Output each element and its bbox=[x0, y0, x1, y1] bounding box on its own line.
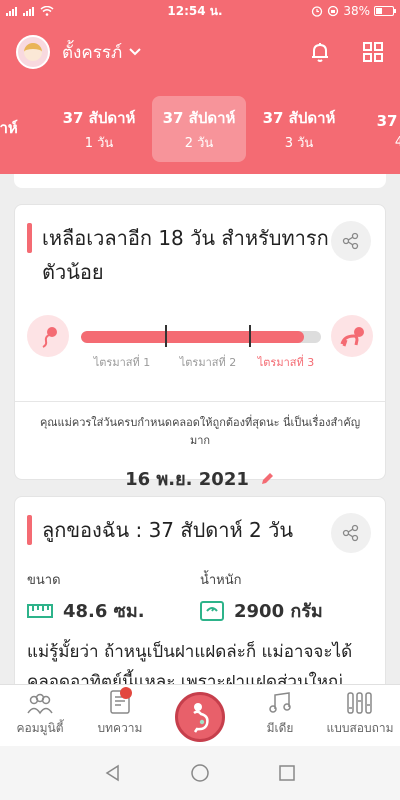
share-icon bbox=[342, 232, 359, 250]
chevron-down-icon bbox=[129, 48, 141, 56]
system-nav-bar bbox=[0, 746, 400, 800]
music-icon bbox=[269, 692, 291, 713]
baby-info-card: ลูกของฉัน : 37 สัปดาห์ 2 วัน ขนาด 48.6 ซ… bbox=[14, 496, 386, 684]
grid-menu-icon[interactable] bbox=[362, 41, 384, 63]
avatar[interactable] bbox=[16, 35, 50, 69]
ruler-icon bbox=[27, 603, 53, 618]
progress-track bbox=[81, 331, 321, 343]
weight-value: 2900 กรัม bbox=[234, 601, 323, 622]
size-stat: ขนาด 48.6 ซม. bbox=[27, 569, 200, 625]
recents-icon[interactable] bbox=[278, 764, 296, 782]
trimester-label-active: ไตรมาสที่ 3 bbox=[257, 356, 315, 369]
countdown-title: เหลือเวลาอีก 18 วัน สำหรับทารกตัวน้อย bbox=[42, 226, 329, 284]
battery-icon bbox=[374, 6, 396, 16]
nav-community[interactable]: คอมมูนิตี้ bbox=[0, 685, 80, 746]
weight-stat: น้ำหนัก 2900 กรัม bbox=[200, 569, 373, 625]
community-icon bbox=[27, 693, 53, 715]
signal-icon bbox=[6, 6, 17, 16]
profile-switcher[interactable]: ตั้งครรภ์ bbox=[62, 39, 142, 66]
baby-description: แม่รู้มั้ยว่า ถ้าหนูเป็นฝาแฝดล่ะก็ แม่อา… bbox=[27, 642, 353, 684]
week-tab[interactable]: 37 สัปดาห์ 1 วัน bbox=[52, 96, 146, 162]
wifi-icon bbox=[40, 6, 54, 16]
due-date: 16 พ.ย. 2021 bbox=[125, 469, 249, 490]
pregnant-mother-icon bbox=[193, 703, 209, 733]
previous-card-edge bbox=[14, 174, 386, 188]
bell-icon[interactable] bbox=[308, 40, 332, 64]
content-scroll[interactable]: เหลือเวลาอีก 18 วัน สำหรับทารกตัวน้อย ไต… bbox=[0, 174, 400, 684]
sperm-icon bbox=[27, 315, 69, 357]
nav-quiz-label: แบบสอบถาม bbox=[326, 721, 394, 735]
week-tab[interactable]: ปดาห์ bbox=[0, 96, 46, 162]
home-icon[interactable] bbox=[190, 763, 210, 783]
trimester-tick bbox=[165, 325, 167, 347]
battery-percent: 38% bbox=[343, 4, 370, 18]
nav-quiz[interactable]: แบบสอบถาม bbox=[320, 685, 400, 746]
due-date-note: คุณแม่ควรใส่วันครบกำหนดคลอดให้ถูกต้องที่… bbox=[39, 416, 361, 447]
trimester-label: ไตรมาสที่ 2 bbox=[179, 356, 237, 369]
user-name: ตั้งครรภ์ bbox=[62, 42, 123, 63]
nav-articles-label: บทความ bbox=[97, 721, 143, 735]
trimester-tick bbox=[249, 325, 251, 347]
status-bar: 12:54 น. 38% bbox=[0, 0, 400, 22]
share-button[interactable] bbox=[331, 221, 371, 261]
nav-articles[interactable]: บทความ bbox=[80, 685, 160, 746]
share-icon bbox=[342, 524, 359, 542]
nav-community-label: คอมมูนิตี้ bbox=[16, 721, 64, 735]
alarm-icon bbox=[312, 6, 323, 17]
progress-fill bbox=[81, 331, 305, 343]
week-tab[interactable]: 37 สัป4 bbox=[352, 96, 400, 162]
scale-icon bbox=[200, 600, 224, 621]
week-tab-active[interactable]: 37 สัปดาห์ 2 วัน bbox=[152, 96, 246, 162]
size-value: 48.6 ซม. bbox=[63, 601, 145, 622]
notification-dot bbox=[120, 687, 132, 699]
pregnancy-home-button[interactable] bbox=[175, 692, 225, 742]
size-label: ขนาด bbox=[27, 573, 61, 588]
trimester-progress: ไตรมาสที่ 1 ไตรมาสที่ 2 ไตรมาสที่ 3 bbox=[15, 305, 385, 395]
week-tab[interactable]: 37 สัปดาห์ 3 วัน bbox=[252, 96, 346, 162]
baby-info-title: ลูกของฉัน : 37 สัปดาห์ 2 วัน bbox=[42, 518, 294, 542]
app-header: ตั้งครรภ์ bbox=[0, 22, 400, 82]
lock-rotation-icon bbox=[328, 5, 339, 17]
baby-icon bbox=[331, 315, 373, 357]
trimester-label: ไตรมาสที่ 1 bbox=[93, 356, 151, 369]
nav-media-label: มีเดีย bbox=[266, 721, 294, 735]
week-tabs: ปดาห์ 37 สัปดาห์1 วัน 37 สัปดาห์2 วัน 37… bbox=[0, 82, 400, 174]
weight-label: น้ำหนัก bbox=[200, 573, 242, 588]
signal-icon-2 bbox=[23, 6, 34, 16]
back-icon[interactable] bbox=[104, 764, 122, 782]
due-date-row[interactable]: 16 พ.ย. 2021 bbox=[15, 464, 385, 493]
edit-icon[interactable] bbox=[259, 471, 275, 487]
status-time: 12:54 น. bbox=[167, 3, 223, 18]
quiz-icon bbox=[347, 692, 372, 714]
share-button[interactable] bbox=[331, 513, 371, 553]
countdown-card: เหลือเวลาอีก 18 วัน สำหรับทารกตัวน้อย ไต… bbox=[14, 204, 386, 490]
nav-media[interactable]: มีเดีย bbox=[240, 685, 320, 746]
